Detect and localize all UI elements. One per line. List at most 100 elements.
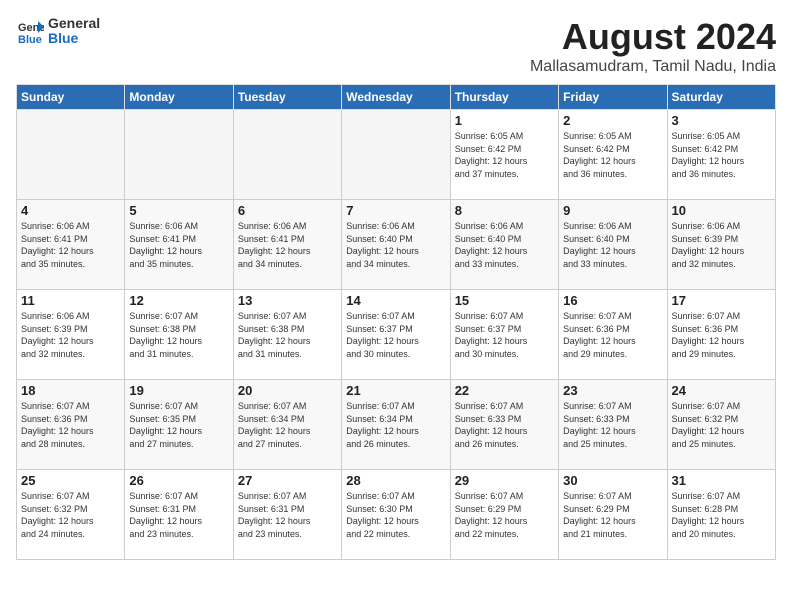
day-number: 11 [21, 293, 120, 308]
calendar-cell: 15 Sunrise: 6:07 AMSunset: 6:37 PMDayligh… [450, 290, 558, 380]
day-info: Sunrise: 6:07 AMSunset: 6:35 PMDaylight:… [129, 400, 228, 450]
calendar-cell: 19 Sunrise: 6:07 AMSunset: 6:35 PMDayligh… [125, 380, 233, 470]
day-number: 16 [563, 293, 662, 308]
svg-text:Blue: Blue [18, 34, 42, 45]
day-info: Sunrise: 6:07 AMSunset: 6:36 PMDaylight:… [672, 310, 771, 360]
calendar-cell: 5 Sunrise: 6:06 AMSunset: 6:41 PMDaylight… [125, 200, 233, 290]
day-info: Sunrise: 6:07 AMSunset: 6:29 PMDaylight:… [455, 490, 554, 540]
day-info: Sunrise: 6:07 AMSunset: 6:32 PMDaylight:… [21, 490, 120, 540]
logo: General Blue General Blue [16, 16, 100, 47]
day-number: 19 [129, 383, 228, 398]
calendar-week-row: 11Sunrise: 6:06 AMSunset: 6:39 PMDayligh… [17, 290, 776, 380]
calendar-cell: 14 Sunrise: 6:07 AMSunset: 6:37 PMDayligh… [342, 290, 450, 380]
calendar-cell [17, 110, 125, 200]
day-number: 21 [346, 383, 445, 398]
day-info: Sunrise: 6:07 AMSunset: 6:38 PMDaylight:… [129, 310, 228, 360]
day-number: 1 [455, 113, 554, 128]
calendar-cell: 3 Sunrise: 6:05 AMSunset: 6:42 PMDaylight… [667, 110, 775, 200]
day-info: Sunrise: 6:05 AMSunset: 6:42 PMDaylight:… [563, 130, 662, 180]
calendar-cell: 11Sunrise: 6:06 AMSunset: 6:39 PMDayligh… [17, 290, 125, 380]
day-info: Sunrise: 6:07 AMSunset: 6:38 PMDaylight:… [238, 310, 337, 360]
day-number: 28 [346, 473, 445, 488]
day-info: Sunrise: 6:07 AMSunset: 6:28 PMDaylight:… [672, 490, 771, 540]
calendar-cell: 20 Sunrise: 6:07 AMSunset: 6:34 PMDayligh… [233, 380, 341, 470]
day-info: Sunrise: 6:07 AMSunset: 6:31 PMDaylight:… [129, 490, 228, 540]
calendar-cell: 26 Sunrise: 6:07 AMSunset: 6:31 PMDayligh… [125, 470, 233, 560]
calendar-cell: 17 Sunrise: 6:07 AMSunset: 6:36 PMDayligh… [667, 290, 775, 380]
day-info: Sunrise: 6:05 AMSunset: 6:42 PMDaylight:… [672, 130, 771, 180]
calendar-cell: 22 Sunrise: 6:07 AMSunset: 6:33 PMDayligh… [450, 380, 558, 470]
calendar-cell: 18 Sunrise: 6:07 AMSunset: 6:36 PMDayligh… [17, 380, 125, 470]
day-info: Sunrise: 6:06 AMSunset: 6:41 PMDaylight:… [238, 220, 337, 270]
calendar-title: August 2024 [530, 16, 776, 58]
calendar-subtitle: Mallasamudram, Tamil Nadu, India [530, 58, 776, 76]
day-header-tuesday: Tuesday [233, 85, 341, 110]
calendar-cell: 12 Sunrise: 6:07 AMSunset: 6:38 PMDayligh… [125, 290, 233, 380]
calendar-cell: 31 Sunrise: 6:07 AMSunset: 6:28 PMDayligh… [667, 470, 775, 560]
day-header-monday: Monday [125, 85, 233, 110]
day-info: Sunrise: 6:07 AMSunset: 6:36 PMDaylight:… [21, 400, 120, 450]
day-info: Sunrise: 6:07 AMSunset: 6:34 PMDaylight:… [346, 400, 445, 450]
day-number: 20 [238, 383, 337, 398]
day-number: 15 [455, 293, 554, 308]
calendar-cell: 24Sunrise: 6:07 AMSunset: 6:32 PMDayligh… [667, 380, 775, 470]
day-info: Sunrise: 6:06 AMSunset: 6:41 PMDaylight:… [21, 220, 120, 270]
day-number: 31 [672, 473, 771, 488]
calendar-cell: 30Sunrise: 6:07 AMSunset: 6:29 PMDayligh… [559, 470, 667, 560]
day-number: 17 [672, 293, 771, 308]
day-number: 5 [129, 203, 228, 218]
day-info: Sunrise: 6:07 AMSunset: 6:30 PMDaylight:… [346, 490, 445, 540]
day-info: Sunrise: 6:06 AMSunset: 6:40 PMDaylight:… [455, 220, 554, 270]
logo-blue-text: Blue [48, 31, 100, 46]
calendar-cell: 13 Sunrise: 6:07 AMSunset: 6:38 PMDayligh… [233, 290, 341, 380]
calendar-table: SundayMondayTuesdayWednesdayThursdayFrid… [16, 84, 776, 560]
day-number: 25 [21, 473, 120, 488]
day-header-wednesday: Wednesday [342, 85, 450, 110]
day-info: Sunrise: 6:07 AMSunset: 6:33 PMDaylight:… [563, 400, 662, 450]
day-info: Sunrise: 6:06 AMSunset: 6:39 PMDaylight:… [672, 220, 771, 270]
calendar-cell: 2 Sunrise: 6:05 AMSunset: 6:42 PMDaylight… [559, 110, 667, 200]
calendar-week-row: 4Sunrise: 6:06 AMSunset: 6:41 PMDaylight… [17, 200, 776, 290]
day-number: 12 [129, 293, 228, 308]
day-number: 13 [238, 293, 337, 308]
day-number: 8 [455, 203, 554, 218]
day-number: 23 [563, 383, 662, 398]
logo-general-text: General [48, 16, 100, 31]
calendar-cell: 9Sunrise: 6:06 AMSunset: 6:40 PMDaylight… [559, 200, 667, 290]
day-info: Sunrise: 6:07 AMSunset: 6:34 PMDaylight:… [238, 400, 337, 450]
day-info: Sunrise: 6:07 AMSunset: 6:37 PMDaylight:… [455, 310, 554, 360]
day-number: 18 [21, 383, 120, 398]
calendar-cell: 29 Sunrise: 6:07 AMSunset: 6:29 PMDayligh… [450, 470, 558, 560]
calendar-cell: 7Sunrise: 6:06 AMSunset: 6:40 PMDaylight… [342, 200, 450, 290]
calendar-cell [125, 110, 233, 200]
calendar-cell: 25 Sunrise: 6:07 AMSunset: 6:32 PMDayligh… [17, 470, 125, 560]
day-number: 26 [129, 473, 228, 488]
day-info: Sunrise: 6:06 AMSunset: 6:41 PMDaylight:… [129, 220, 228, 270]
day-header-friday: Friday [559, 85, 667, 110]
day-number: 2 [563, 113, 662, 128]
header: General Blue General Blue August 2024 Ma… [16, 16, 776, 76]
day-number: 29 [455, 473, 554, 488]
day-number: 27 [238, 473, 337, 488]
day-info: Sunrise: 6:07 AMSunset: 6:33 PMDaylight:… [455, 400, 554, 450]
day-number: 6 [238, 203, 337, 218]
calendar-cell: 1Sunrise: 6:05 AMSunset: 6:42 PMDaylight… [450, 110, 558, 200]
day-header-sunday: Sunday [17, 85, 125, 110]
day-info: Sunrise: 6:07 AMSunset: 6:31 PMDaylight:… [238, 490, 337, 540]
day-number: 3 [672, 113, 771, 128]
day-info: Sunrise: 6:07 AMSunset: 6:37 PMDaylight:… [346, 310, 445, 360]
day-info: Sunrise: 6:07 AMSunset: 6:36 PMDaylight:… [563, 310, 662, 360]
logo-icon: General Blue [16, 17, 44, 45]
day-number: 22 [455, 383, 554, 398]
calendar-cell: 6 Sunrise: 6:06 AMSunset: 6:41 PMDaylight… [233, 200, 341, 290]
day-header-thursday: Thursday [450, 85, 558, 110]
day-number: 14 [346, 293, 445, 308]
calendar-cell [342, 110, 450, 200]
calendar-cell: 4Sunrise: 6:06 AMSunset: 6:41 PMDaylight… [17, 200, 125, 290]
day-number: 30 [563, 473, 662, 488]
calendar-cell: 10Sunrise: 6:06 AMSunset: 6:39 PMDayligh… [667, 200, 775, 290]
calendar-week-row: 25 Sunrise: 6:07 AMSunset: 6:32 PMDayligh… [17, 470, 776, 560]
calendar-cell: 16 Sunrise: 6:07 AMSunset: 6:36 PMDayligh… [559, 290, 667, 380]
calendar-cell: 23 Sunrise: 6:07 AMSunset: 6:33 PMDayligh… [559, 380, 667, 470]
day-header-saturday: Saturday [667, 85, 775, 110]
